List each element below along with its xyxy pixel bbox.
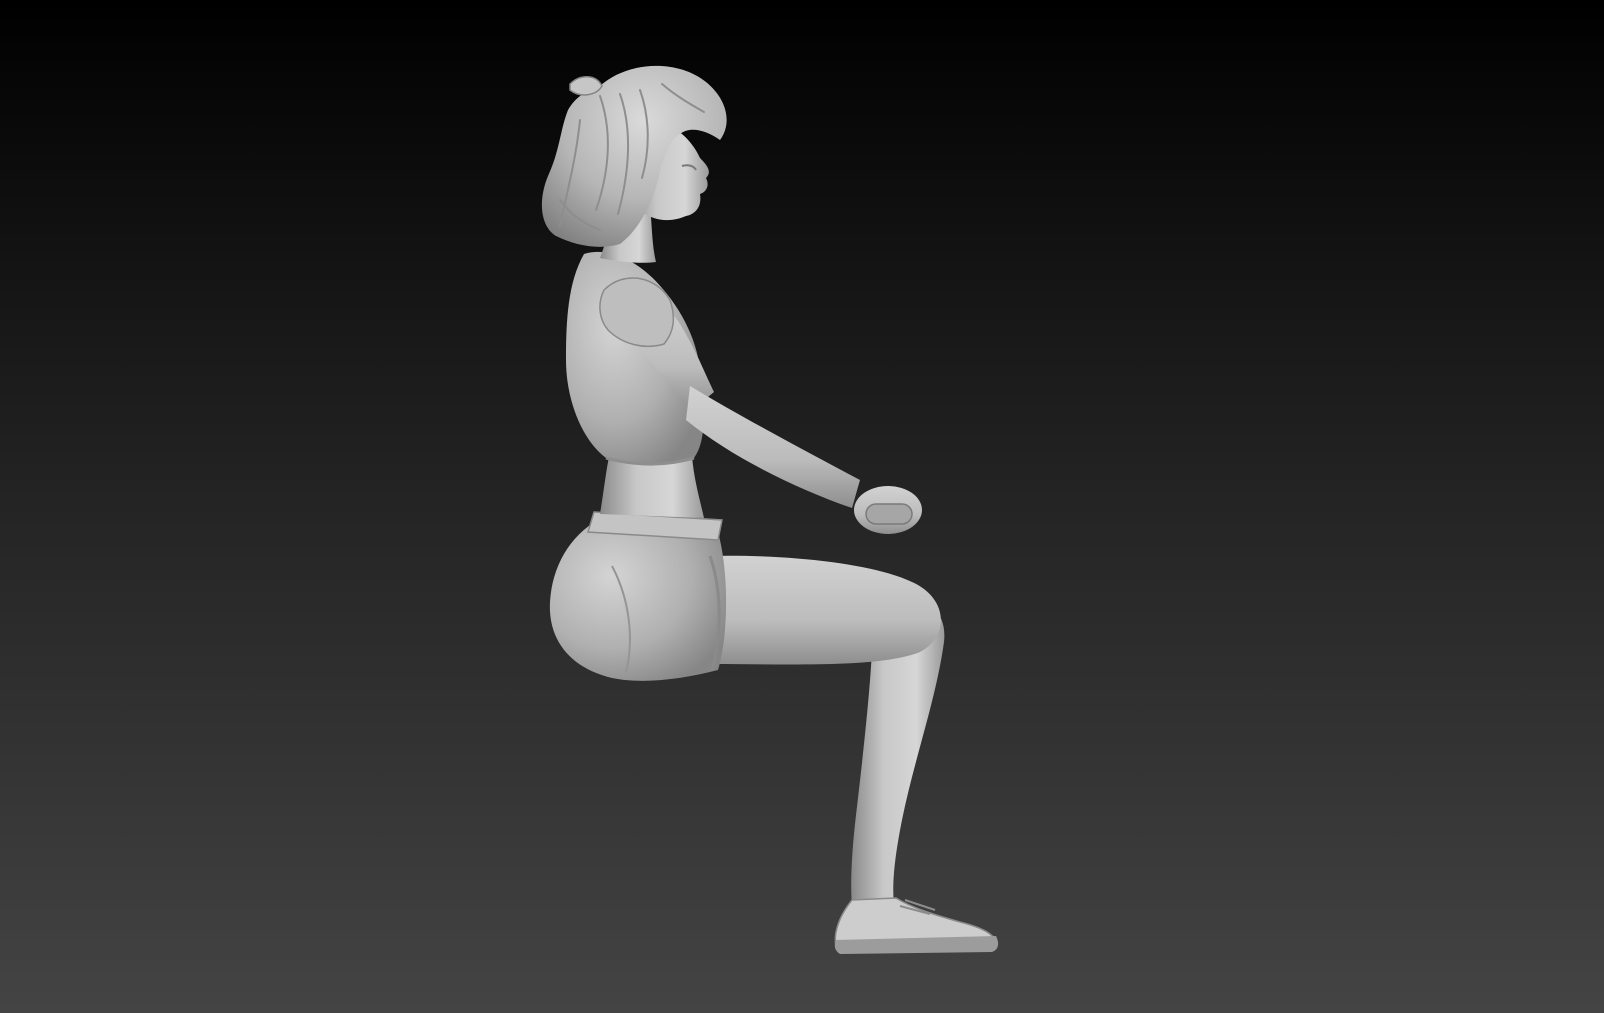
figure-forearm [686,386,860,508]
figure-thigh [708,555,941,665]
sculpt-render [541,65,999,954]
render-viewport [0,0,1604,1013]
figure-shorts [549,520,727,681]
figure-handle [865,503,913,525]
